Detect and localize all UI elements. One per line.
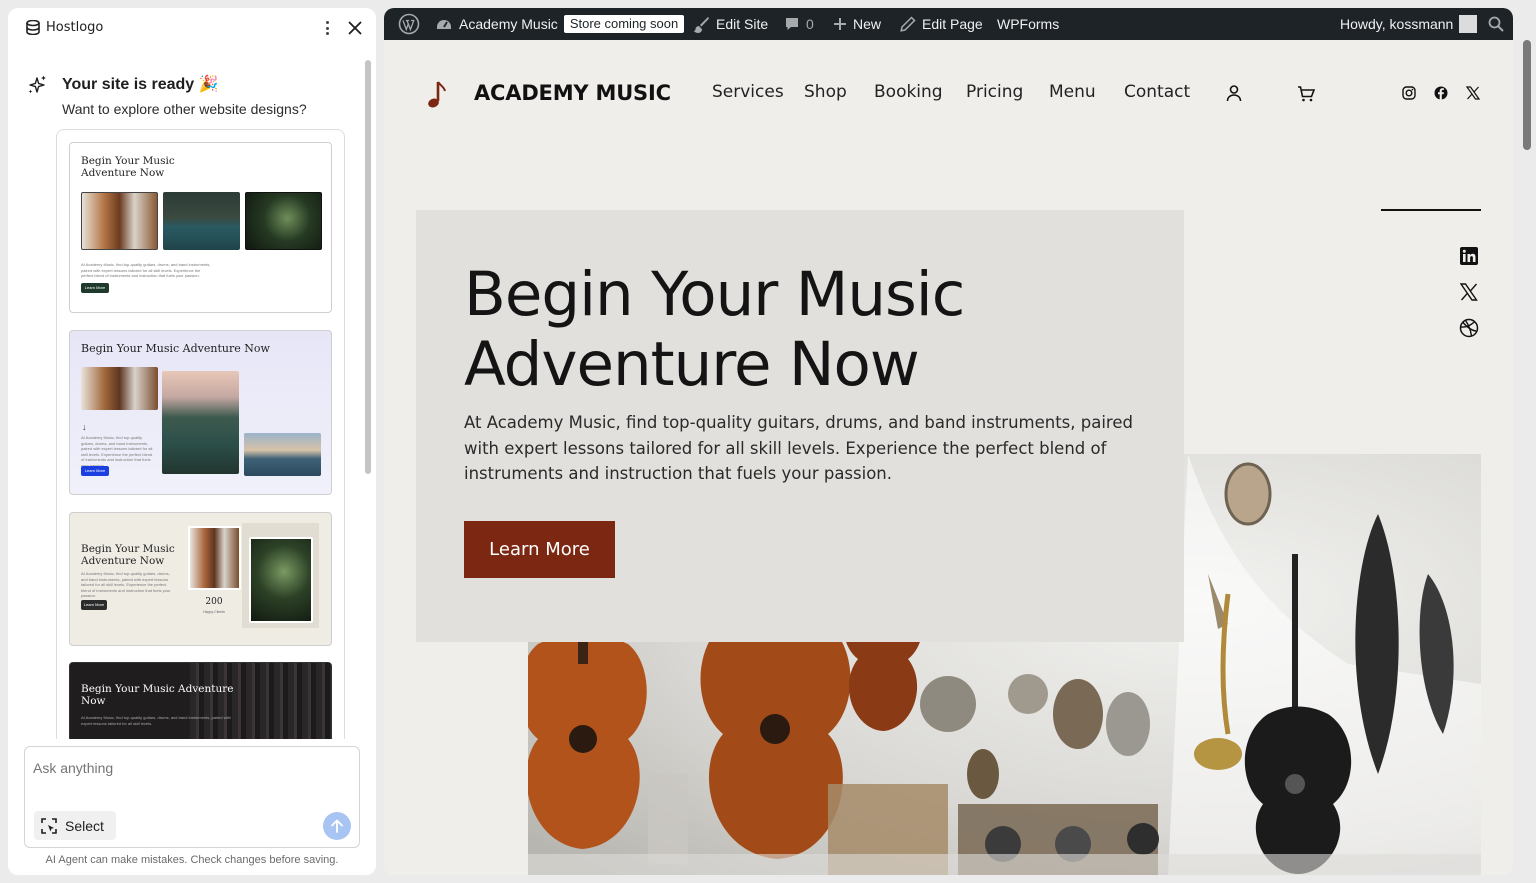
card-button: Learn More (81, 283, 109, 293)
divider-line (1381, 209, 1481, 211)
edit-page-link[interactable]: Edit Page (900, 8, 983, 40)
comments-count: 0 (806, 16, 814, 32)
close-icon[interactable] (346, 18, 364, 38)
waterfall-thumbnail (245, 192, 322, 250)
wp-admin-bar: Academy Music Store coming soon Edit Sit… (384, 8, 1513, 40)
wordpress-icon (398, 13, 420, 35)
wordpress-menu[interactable] (398, 8, 420, 40)
user-icon[interactable] (1225, 84, 1243, 102)
card-title: Begin Your Music Adventure Now (81, 155, 175, 180)
ask-input[interactable] (33, 757, 333, 779)
select-label: Select (65, 817, 104, 834)
card-text: At Academy Music, find top-quality guita… (81, 435, 153, 468)
stat-label: Happy Clients (203, 610, 225, 614)
design-option-card[interactable]: Begin Your Music Adventure Now ↓ At Acad… (69, 330, 332, 495)
panel-scrollbar-thumb[interactable] (365, 60, 371, 474)
dock-thumbnail (162, 371, 239, 474)
x-icon[interactable] (1460, 283, 1478, 301)
design-options-list: Begin Your Music Adventure Now At Academy… (56, 129, 345, 739)
hero-box: Begin Your Music Adventure Now At Academ… (416, 210, 1184, 642)
ai-agent-panel: Hostlogo Your site is ready 🎉 Want to ex… (8, 8, 376, 875)
panel-header: Hostlogo (8, 8, 376, 48)
store-badge: Store coming soon (563, 15, 685, 33)
site-name-menu[interactable]: Academy Music Store coming soon (435, 8, 685, 40)
kebab-menu-icon[interactable] (320, 18, 334, 38)
card-title: Begin Your Music Adventure Now (81, 683, 234, 708)
design-option-card[interactable]: Begin Your Music Adventure Now At Academy… (69, 512, 332, 646)
select-frame-icon (41, 817, 57, 834)
instruments-thumbnail (81, 367, 158, 410)
linkedin-icon[interactable] (1460, 247, 1478, 265)
howdy-label: Howdy, kossmann (1340, 16, 1454, 32)
ready-subtitle: Want to explore other website designs? (62, 101, 307, 117)
comment-icon (786, 18, 798, 30)
brand: Hostlogo (26, 20, 103, 35)
instagram-icon[interactable] (1402, 86, 1416, 100)
nav-pricing[interactable]: Pricing (966, 82, 1023, 102)
x-icon[interactable] (1466, 86, 1480, 100)
nav-shop[interactable]: Shop (804, 82, 847, 102)
brush-icon (693, 17, 709, 33)
cart-icon[interactable] (1297, 85, 1315, 103)
site-name: Academy Music (459, 16, 558, 32)
admin-search[interactable] (1488, 8, 1504, 40)
hero-text: At Academy Music, find top-quality guita… (464, 413, 1133, 483)
coast-thumbnail (244, 433, 321, 476)
card-button: Learn More (81, 466, 109, 476)
edit-site-link[interactable]: Edit Site (692, 8, 768, 40)
ready-title: Your site is ready 🎉 (62, 76, 219, 93)
music-note-icon[interactable] (426, 80, 450, 110)
card-title: Begin Your Music Adventure Now (81, 342, 270, 355)
card-text: At Academy Music, find top-quality guita… (81, 262, 211, 279)
instruments-thumbnail (188, 526, 241, 590)
nav-services[interactable]: Services (712, 82, 784, 102)
dashboard-icon (437, 20, 451, 29)
design-option-card[interactable]: Begin Your Music Adventure Now At Academy… (69, 142, 332, 313)
design-option-card[interactable]: Begin Your Music Adventure Now At Academy… (69, 662, 332, 739)
nav-booking[interactable]: Booking (874, 82, 943, 102)
sparkle-icon (28, 75, 46, 94)
plus-icon (834, 18, 846, 30)
avatar (1459, 15, 1478, 33)
waterfall-thumbnail (249, 537, 313, 623)
instruments-thumbnail (81, 192, 158, 250)
edit-page-label: Edit Page (922, 16, 983, 32)
site-preview: Academy Music Store coming soon Edit Sit… (384, 8, 1513, 875)
nav-menu[interactable]: Menu (1049, 82, 1096, 102)
hero-title: Begin Your Music Adventure Now (464, 259, 965, 400)
panel-scrollbar[interactable] (364, 52, 372, 732)
select-button[interactable]: Select (34, 811, 116, 840)
wpforms-label: WPForms (997, 16, 1060, 32)
send-button[interactable] (323, 812, 351, 840)
stat-value: 200 (205, 597, 223, 607)
edit-site-label: Edit Site (716, 16, 769, 32)
nav-contact[interactable]: Contact (1124, 82, 1190, 102)
card-text: At Academy Music, find top-quality guita… (81, 571, 171, 599)
card-button: Learn More (81, 600, 107, 610)
database-icon (26, 20, 40, 35)
card-text: At Academy Music, find top-quality guita… (81, 715, 231, 726)
facebook-icon[interactable] (1434, 86, 1448, 100)
lake-thumbnail (163, 192, 240, 250)
arrow-down-icon: ↓ (82, 422, 87, 432)
dribbble-icon[interactable] (1459, 318, 1479, 338)
send-arrow-icon (331, 819, 343, 833)
brand-name: Hostlogo (46, 20, 104, 35)
wpforms-menu[interactable]: WPForms (997, 8, 1059, 40)
disclaimer: AI Agent can make mistakes. Check change… (45, 854, 339, 866)
card-title: Begin Your Music Adventure Now (81, 543, 175, 568)
site-title[interactable]: ACADEMY MUSIC (474, 81, 671, 105)
new-label: New (853, 16, 882, 32)
learn-more-button[interactable]: Learn More (464, 521, 615, 578)
ask-box: Select (24, 746, 360, 848)
search-icon (1488, 16, 1504, 32)
new-content-menu[interactable]: New (833, 8, 881, 40)
page-scrollbar[interactable] (1523, 40, 1531, 150)
account-menu[interactable]: Howdy, kossmann (1340, 8, 1478, 40)
comments-link[interactable]: 0 (784, 8, 814, 40)
pencil-icon (900, 16, 916, 32)
